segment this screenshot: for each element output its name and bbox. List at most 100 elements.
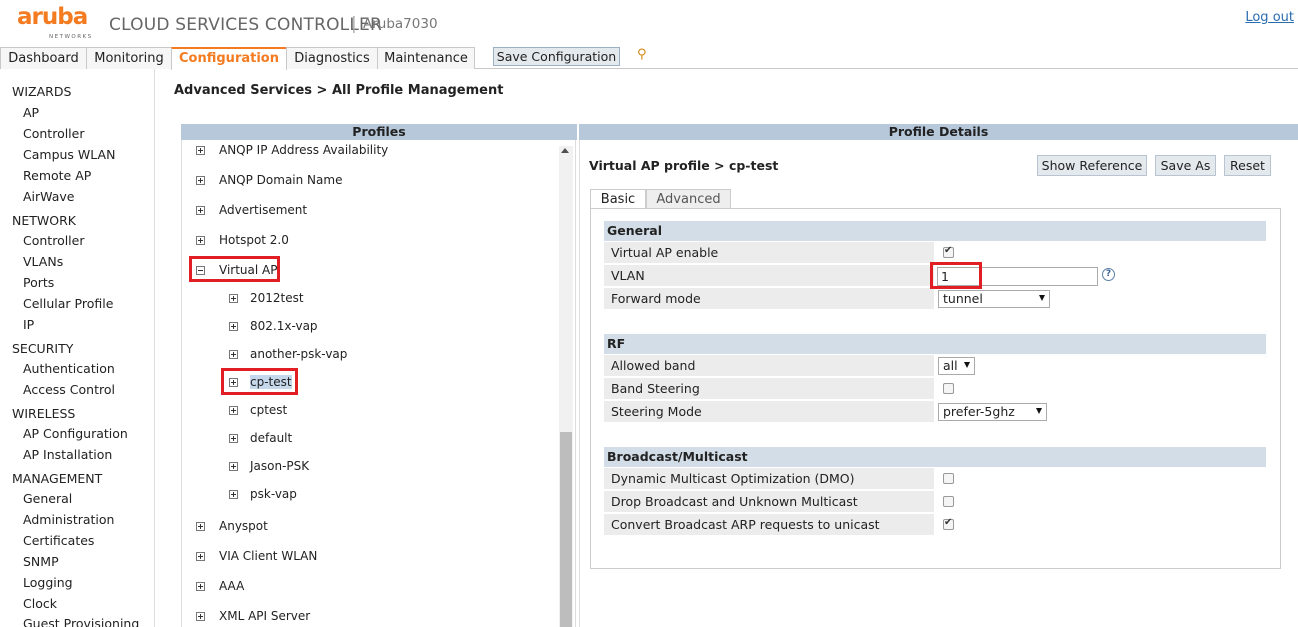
allowed-band-label: Allowed band (604, 355, 934, 376)
save-configuration-button[interactable]: Save Configuration (493, 47, 620, 66)
expand-icon[interactable] (229, 350, 238, 359)
expand-icon[interactable] (196, 236, 205, 245)
expand-icon[interactable] (196, 176, 205, 185)
expand-icon[interactable] (196, 522, 205, 531)
sidebar-item-vlans[interactable]: VLANs (23, 254, 63, 269)
expand-icon[interactable] (229, 490, 238, 499)
dropdown-arrow-icon (1039, 295, 1045, 301)
drop-broadcast-cell (934, 491, 1266, 512)
expand-icon[interactable] (229, 462, 238, 471)
help-icon[interactable]: ? (1102, 268, 1115, 281)
sidebar-item-guest-provisioning[interactable]: Guest Provisioning (23, 616, 139, 627)
virtual-ap-enable-cell (934, 242, 1266, 263)
tree-item-psk-vap[interactable]: psk-vap (229, 487, 297, 501)
expand-icon[interactable] (196, 582, 205, 591)
convert-arp-checkbox[interactable] (943, 517, 954, 530)
sidebar-section-wizards: WIZARDS (12, 84, 72, 99)
tab-monitoring[interactable]: Monitoring (86, 47, 172, 69)
expand-icon[interactable] (229, 434, 238, 443)
scroll-up-arrow-icon[interactable] (561, 148, 569, 153)
sidebar-item-remote-ap[interactable]: Remote AP (23, 168, 91, 183)
sidebar-item-cellular-profile[interactable]: Cellular Profile (23, 296, 113, 311)
logo-subtext: NETWORKS (49, 34, 93, 40)
main-tabs: Dashboard Monitoring Configuration Diagn… (0, 47, 1298, 70)
virtual-ap-enable-checkbox[interactable] (943, 245, 954, 258)
tree-item-aaa[interactable]: AAA (196, 579, 244, 593)
sidebar-item-access-control[interactable]: Access Control (23, 382, 115, 397)
tree-item-anyspot[interactable]: Anyspot (196, 519, 268, 533)
expand-icon[interactable] (196, 206, 205, 215)
expand-icon[interactable] (196, 552, 205, 561)
tab-dashboard[interactable]: Dashboard (0, 47, 87, 69)
sidebar-item-network-controller[interactable]: Controller (23, 233, 85, 248)
tree-item-cptest[interactable]: cptest (229, 403, 287, 417)
sidebar-item-ap-configuration[interactable]: AP Configuration (23, 426, 128, 441)
allowed-band-cell (934, 355, 1266, 376)
sidebar-item-wizard-controller[interactable]: Controller (23, 126, 85, 141)
annotation-highlight-vlan (930, 262, 982, 289)
expand-icon[interactable] (229, 322, 238, 331)
forward-mode-value: tunnel (943, 291, 983, 306)
expand-icon[interactable] (229, 294, 238, 303)
sidebar-item-ap-installation[interactable]: AP Installation (23, 447, 112, 462)
tab-advanced[interactable]: Advanced (646, 189, 731, 209)
tree-item-hotspot[interactable]: Hotspot 2.0 (196, 233, 289, 247)
expand-icon[interactable] (196, 146, 205, 155)
profiles-scrollbar[interactable] (559, 146, 573, 627)
tree-item-advertisement[interactable]: Advertisement (196, 203, 307, 217)
allowed-band-select[interactable]: all (938, 357, 975, 375)
section-rf: RF (604, 334, 1266, 354)
tree-item-anqp-domain[interactable]: ANQP Domain Name (196, 173, 342, 187)
sidebar-item-authentication[interactable]: Authentication (23, 361, 115, 376)
tree-item-via-client-wlan[interactable]: VIA Client WLAN (196, 549, 317, 563)
steering-mode-select[interactable]: prefer-5ghz (938, 403, 1047, 421)
sidebar-item-certificates[interactable]: Certificates (23, 533, 94, 548)
forward-mode-label: Forward mode (604, 288, 934, 309)
title-separator: | (351, 14, 357, 34)
dmo-checkbox[interactable] (943, 473, 954, 484)
sidebar-item-clock[interactable]: Clock (23, 596, 57, 611)
expand-icon[interactable] (196, 612, 205, 621)
band-steering-checkbox[interactable] (943, 383, 954, 394)
scroll-thumb[interactable] (560, 432, 572, 627)
show-reference-button[interactable]: Show Reference (1037, 155, 1147, 176)
logo-text: aruba (17, 4, 88, 30)
sidebar-item-logging[interactable]: Logging (23, 575, 73, 590)
save-as-button[interactable]: Save As (1155, 155, 1216, 176)
drop-broadcast-label: Drop Broadcast and Unknown Multicast (604, 491, 934, 512)
tab-maintenance[interactable]: Maintenance (377, 47, 475, 69)
tree-item-default[interactable]: default (229, 431, 292, 445)
tree-item-8021x-vap[interactable]: 802.1x-vap (229, 319, 318, 333)
sidebar-item-administration[interactable]: Administration (23, 512, 114, 527)
tree-item-anqp-ip[interactable]: ANQP IP Address Availability (196, 143, 388, 157)
logout-link[interactable]: Log out (1245, 10, 1294, 25)
band-steering-cell (934, 378, 1266, 399)
sidebar-section-security: SECURITY (12, 341, 74, 356)
convert-arp-label: Convert Broadcast ARP requests to unicas… (604, 514, 934, 535)
sidebar-item-campus-wlan[interactable]: Campus WLAN (23, 147, 115, 162)
breadcrumb: Advanced Services > All Profile Manageme… (174, 83, 504, 98)
tree-item-xml-api-server[interactable]: XML API Server (196, 609, 310, 623)
section-general: General (604, 221, 1266, 241)
sidebar-item-snmp[interactable]: SNMP (23, 554, 59, 569)
profile-title: Virtual AP profile > cp-test (589, 158, 779, 173)
tree-item-jason-psk[interactable]: Jason-PSK (229, 459, 309, 473)
tree-item-another-psk-vap[interactable]: another-psk-vap (229, 347, 347, 361)
forward-mode-select[interactable]: tunnel (938, 290, 1050, 308)
sidebar-item-ports[interactable]: Ports (23, 275, 54, 290)
sidebar-item-wizard-ap[interactable]: AP (23, 105, 39, 120)
tab-configuration[interactable]: Configuration (171, 47, 287, 70)
pin-icon[interactable]: ⚲ (637, 47, 647, 62)
drop-broadcast-checkbox[interactable] (943, 496, 954, 507)
tree-item-2012test[interactable]: 2012test (229, 291, 304, 305)
sidebar-item-airwave[interactable]: AirWave (23, 189, 74, 204)
reset-button[interactable]: Reset (1224, 155, 1271, 176)
steering-mode-label: Steering Mode (604, 401, 934, 422)
expand-icon[interactable] (229, 406, 238, 415)
tab-diagnostics[interactable]: Diagnostics (286, 47, 378, 69)
sidebar-item-general[interactable]: General (23, 491, 72, 506)
tab-basic[interactable]: Basic (590, 189, 646, 209)
dropdown-arrow-icon (1036, 408, 1042, 414)
sidebar-item-ip[interactable]: IP (23, 317, 34, 332)
sidebar-section-wireless: WIRELESS (12, 406, 76, 421)
